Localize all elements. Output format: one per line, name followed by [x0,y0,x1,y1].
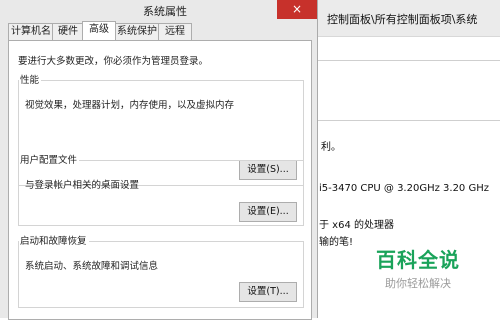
group-description: 系统启动、系统故障和调试信息 [25,261,159,272]
dialog-titlebar[interactable]: 系统属性 × [0,0,317,20]
system-properties-dialog: 系统属性 × 计算机名 硬件 高级 系统保护 远程 要进行大多数更改，你必须作为… [0,0,318,320]
tab-hardware[interactable]: 硬件 [52,23,84,40]
group-title: 用户配置文件 [19,152,80,166]
watermark: 百科全说 助你轻松解决 [358,244,478,291]
group-description: 与登录帐户相关的桌面设置 [25,180,140,191]
user-profiles-settings-button[interactable]: 设置(E)... [239,202,297,222]
pen-touch-info: 输的笔! [319,237,354,248]
advanced-tab-panel: 要进行大多数更改，你必须作为管理员登录。 性能 视觉效果，处理器计划，内存使用，… [8,40,312,320]
group-title: 性能 [19,72,42,86]
group-description: 视觉效果，处理器计划，内存使用，以及虚拟内存 [25,100,235,111]
tab-computer-name[interactable]: 计算机名 [8,23,54,40]
user-profiles-group: 用户配置文件 与登录帐户相关的桌面设置 设置(E)... [18,152,304,226]
divider [317,60,500,61]
tab-advanced[interactable]: 高级 [82,21,116,40]
system-type-info: 于 x64 的处理器 [319,220,394,231]
tab-remote[interactable]: 远程 [158,23,192,40]
info-text: 利。 [321,142,341,153]
tab-system-protection[interactable]: 系统保护 [114,23,160,40]
divider [317,120,500,121]
watermark-subtitle: 助你轻松解决 [385,277,451,290]
watermark-title: 百科全说 [376,248,460,272]
processor-info: i5-3470 CPU @ 3.20GHz 3.20 GHz [319,183,489,194]
group-title: 启动和故障恢复 [19,233,89,247]
startup-recovery-group: 启动和故障恢复 系统启动、系统故障和调试信息 设置(T)... [18,233,304,308]
admin-note: 要进行大多数更改，你必须作为管理员登录。 [18,56,209,67]
startup-recovery-settings-button[interactable]: 设置(T)... [239,282,297,302]
control-panel-titlebar: 控制面板\所有控制面板项\系统 [303,0,500,37]
address-bar[interactable]: 控制面板\所有控制面板项\系统 [327,11,477,27]
close-button[interactable]: × [277,0,317,19]
